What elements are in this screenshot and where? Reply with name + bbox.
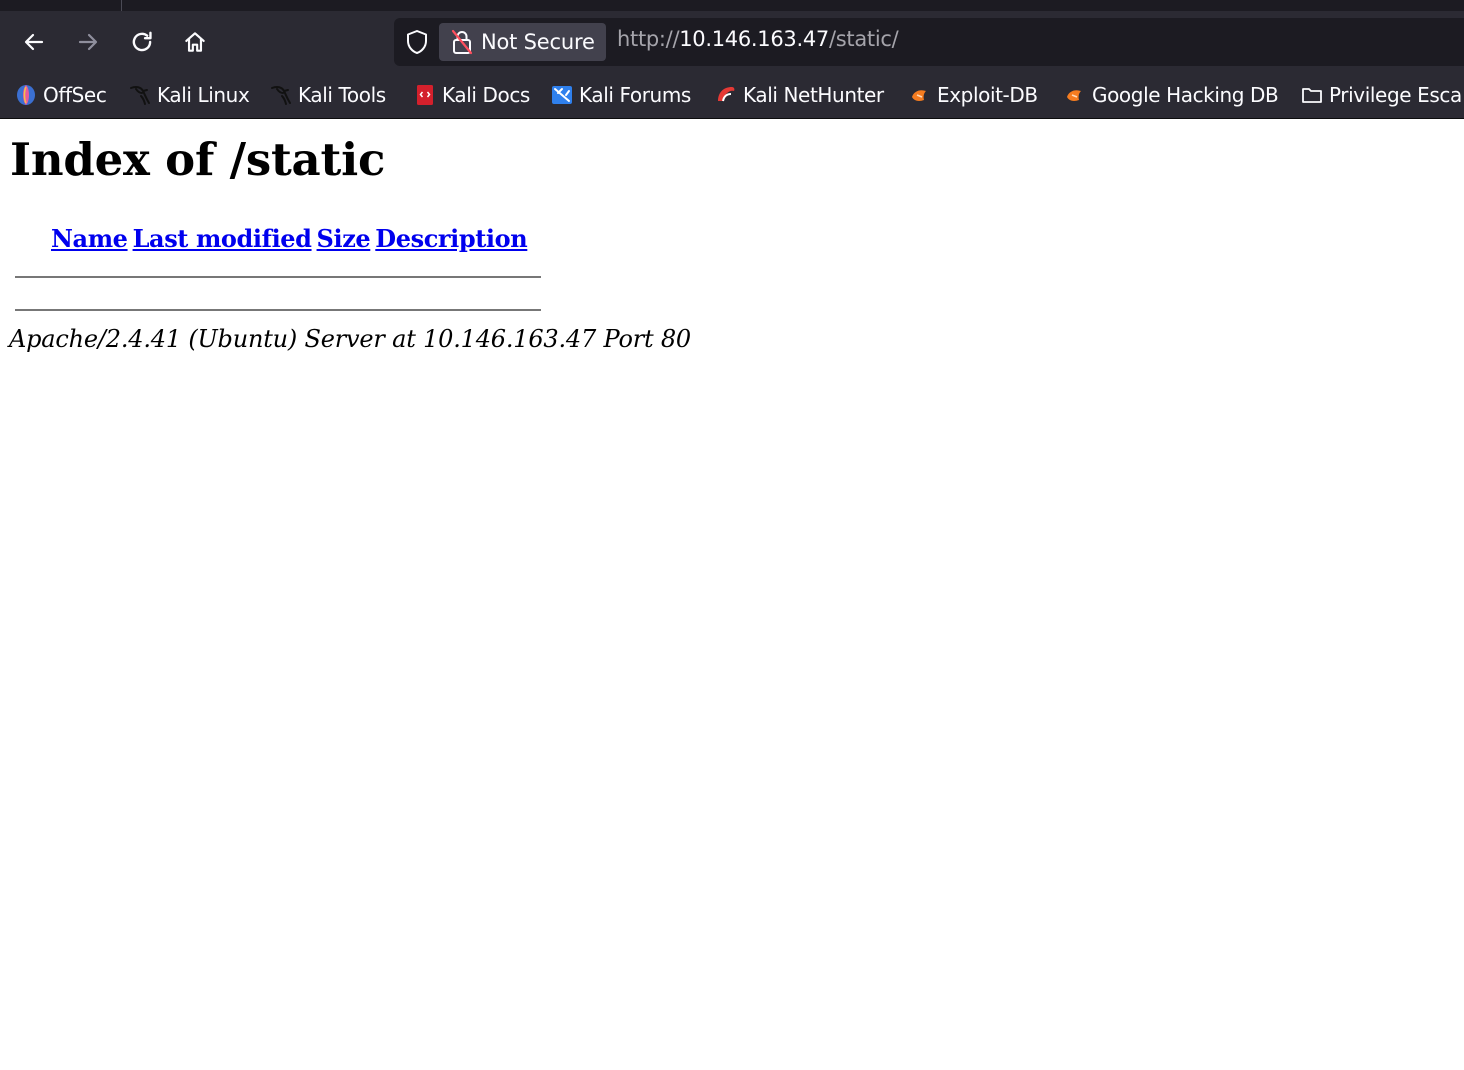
bookmark-label: Kali Forums	[579, 83, 691, 107]
reload-button[interactable]	[124, 24, 160, 60]
bookmark-label: OffSec	[43, 83, 107, 107]
bookmark-label: Kali Tools	[298, 83, 386, 107]
bookmark-kali-linux[interactable]: Kali Linux	[128, 79, 250, 111]
page-content: Index of /static Name Last modified Size De…	[0, 119, 1464, 1070]
sort-by-description-link[interactable]: Description	[375, 224, 527, 253]
kali-dragon-icon	[128, 83, 152, 107]
sort-by-size-link[interactable]: Size	[317, 224, 371, 253]
bookmark-kali-nethunter[interactable]: Kali NetHunter	[714, 79, 884, 111]
browser-window: Not Secure http://10.146.163.47/static/ …	[0, 0, 1464, 1070]
bookmark-kali-tools[interactable]: Kali Tools	[269, 79, 386, 111]
exploit-db-icon	[908, 83, 932, 107]
insecure-lock-icon	[449, 29, 475, 55]
shield-icon	[407, 30, 427, 54]
kali-docs-icon	[413, 83, 437, 107]
url-scheme: http://	[617, 27, 680, 51]
bookmark-folder-privilege-escalation[interactable]: Privilege Esca	[1300, 79, 1462, 111]
folder-icon	[1300, 83, 1324, 107]
sort-by-name-link[interactable]: Name	[51, 224, 128, 253]
url-host: 10.146.163.47	[679, 27, 829, 51]
sort-by-last-modified-link[interactable]: Last modified	[133, 224, 312, 253]
home-button[interactable]	[177, 24, 213, 60]
offsec-icon	[14, 83, 38, 107]
tab-strip	[0, 0, 1464, 11]
nethunter-icon	[714, 83, 738, 107]
forward-arrow-icon	[78, 33, 98, 51]
footer-divider	[15, 309, 541, 311]
tab-separator	[121, 0, 122, 11]
server-signature: Apache/2.4.41 (Ubuntu) Server at 10.146.…	[9, 325, 692, 353]
bookmark-google-hacking-db[interactable]: Google Hacking DB	[1063, 79, 1279, 111]
bookmark-label: Privilege Esca	[1329, 83, 1462, 107]
bookmark-exploit-db[interactable]: Exploit-DB	[908, 79, 1038, 111]
bookmark-label: Kali Docs	[442, 83, 530, 107]
page-title: Index of /static	[10, 133, 386, 186]
bookmark-label: Exploit-DB	[937, 83, 1038, 107]
site-security-indicator[interactable]: Not Secure	[439, 23, 606, 61]
bookmark-kali-forums[interactable]: Kali Forums	[550, 79, 691, 111]
url-bar[interactable]: Not Secure http://10.146.163.47/static/	[394, 18, 1464, 66]
exploit-db-icon	[1063, 83, 1087, 107]
bookmark-label: Kali NetHunter	[743, 83, 884, 107]
header-divider	[15, 276, 541, 278]
home-icon	[185, 32, 205, 52]
reload-icon	[132, 31, 152, 52]
url-text[interactable]: http://10.146.163.47/static/	[617, 27, 899, 51]
bookmark-kali-docs[interactable]: Kali Docs	[413, 79, 530, 111]
bookmark-label: Google Hacking DB	[1092, 83, 1279, 107]
bookmarks-toolbar: OffSec Kali Linux Kali Tools Kali Docs K…	[0, 73, 1464, 119]
bookmark-label: Kali Linux	[157, 83, 250, 107]
forward-button[interactable]	[70, 24, 106, 60]
navigation-toolbar: Not Secure http://10.146.163.47/static/	[0, 11, 1464, 73]
not-secure-label: Not Secure	[481, 30, 595, 54]
back-button[interactable]	[16, 24, 52, 60]
back-arrow-icon	[24, 33, 44, 51]
kali-dragon-icon	[269, 83, 293, 107]
tracking-protection-button[interactable]	[402, 28, 432, 56]
listing-column-headers: Name Last modified Size Description	[51, 224, 532, 253]
url-path: /static/	[828, 27, 899, 51]
kali-forums-icon	[550, 83, 574, 107]
bookmark-offsec[interactable]: OffSec	[14, 79, 107, 111]
